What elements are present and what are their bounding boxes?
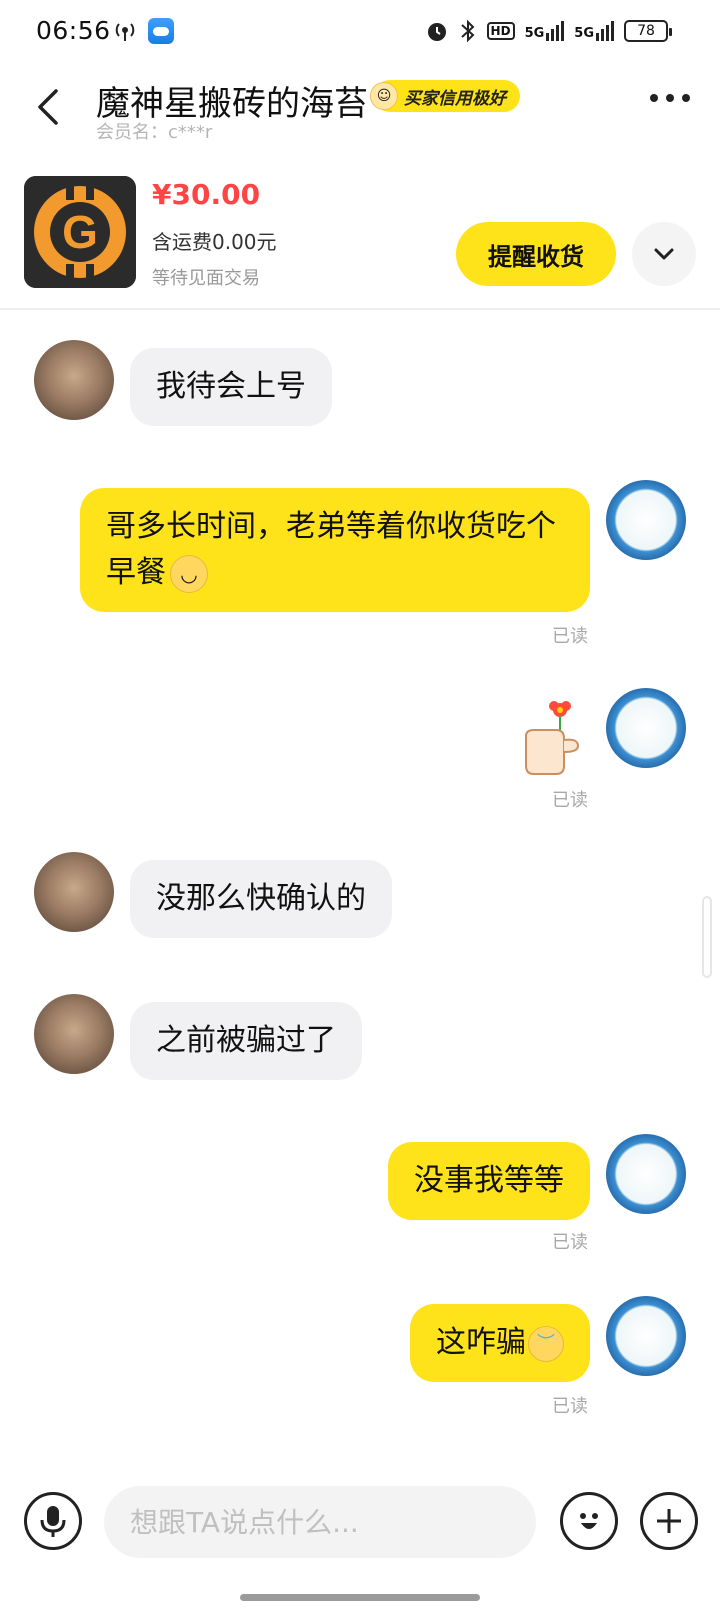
relieved-face-emoji: ◡ [170,554,208,593]
message-bubble-out[interactable]: 这咋骗 ︶ [410,1304,590,1382]
smiley-icon [580,1513,598,1529]
message-bubble-out[interactable]: 没事我等等 [388,1142,590,1220]
expand-button[interactable] [632,222,696,286]
dot-icon [650,94,658,102]
chevron-down-icon [654,248,674,260]
shipping-fee: 含运费0.00元 [152,230,277,254]
chevron-left-icon [38,89,58,125]
thumb-flower-sticker[interactable] [520,696,586,776]
battery-indicator: 78 [624,20,672,42]
credit-badge[interactable]: ☺ 买家信用极好 [370,80,520,112]
add-button[interactable] [640,1492,698,1550]
weather-app-icon [148,18,174,44]
my-avatar[interactable] [606,1296,686,1376]
message-bubble-in[interactable]: 没那么快确认的 [130,860,392,938]
status-bar: 06:56 HD 5G 5G 78 [0,0,720,64]
seller-avatar[interactable] [34,852,114,932]
message-bubble-in[interactable]: 我待会上号 [130,348,332,426]
microphone-icon [40,1506,66,1537]
dot-icon [682,94,690,102]
signal-icon: 5G [525,21,565,41]
my-avatar[interactable] [606,688,686,768]
message-bubble-in[interactable]: 之前被骗过了 [130,1002,362,1080]
bluetooth-icon [460,19,474,43]
downcast-sweat-emoji: ︶ [528,1325,564,1362]
voice-button[interactable] [24,1492,82,1550]
trade-status: 等待见面交易 [152,268,260,289]
home-indicator[interactable] [240,1594,480,1601]
hd-icon: HD [486,22,515,40]
status-left-icons [112,18,174,44]
smiling-face-icon: ☺ [370,82,398,110]
product-price: ¥30.00 [152,178,261,211]
more-options-button[interactable] [650,94,690,102]
read-status: 已读 [552,1232,588,1253]
read-status: 已读 [552,1396,588,1417]
emoji-button[interactable] [560,1492,618,1550]
chat-list[interactable]: 我待会上号 哥多长时间，老弟等着你收货吃个早餐 ◡ 已读 已读 没那么快确认的 之… [0,312,720,1460]
svg-text:G: G [62,206,98,258]
product-card[interactable]: G ¥30.00 含运费0.00元 等待见面交易 提醒收货 [0,160,720,310]
read-status: 已读 [552,790,588,811]
back-button[interactable] [28,82,68,132]
my-avatar[interactable] [606,480,686,560]
signal-icon: 5G [574,21,614,41]
hotspot-icon [115,23,135,41]
chat-header: 魔神星搬砖的海苔 ☺ 买家信用极好 会员名：c***r [0,64,720,152]
seller-avatar[interactable] [34,340,114,420]
remind-receipt-button[interactable]: 提醒收货 [456,222,616,286]
plus-icon [657,1509,681,1533]
seller-avatar[interactable] [34,994,114,1074]
read-status: 已读 [552,626,588,647]
message-bubble-out[interactable]: 哥多长时间，老弟等着你收货吃个早餐 ◡ [80,488,590,612]
message-input[interactable] [104,1486,536,1558]
product-image[interactable]: G [24,176,136,288]
scrollbar[interactable] [702,896,712,978]
product-logo-icon: G [24,176,136,288]
alarm-icon [427,23,446,41]
status-time: 06:56 [36,16,111,45]
status-right-icons: HD 5G 5G 78 [425,18,672,44]
member-name: 会员名：c***r [96,122,213,143]
my-avatar[interactable] [606,1134,686,1214]
input-bar [0,1462,720,1612]
dot-icon [666,94,674,102]
